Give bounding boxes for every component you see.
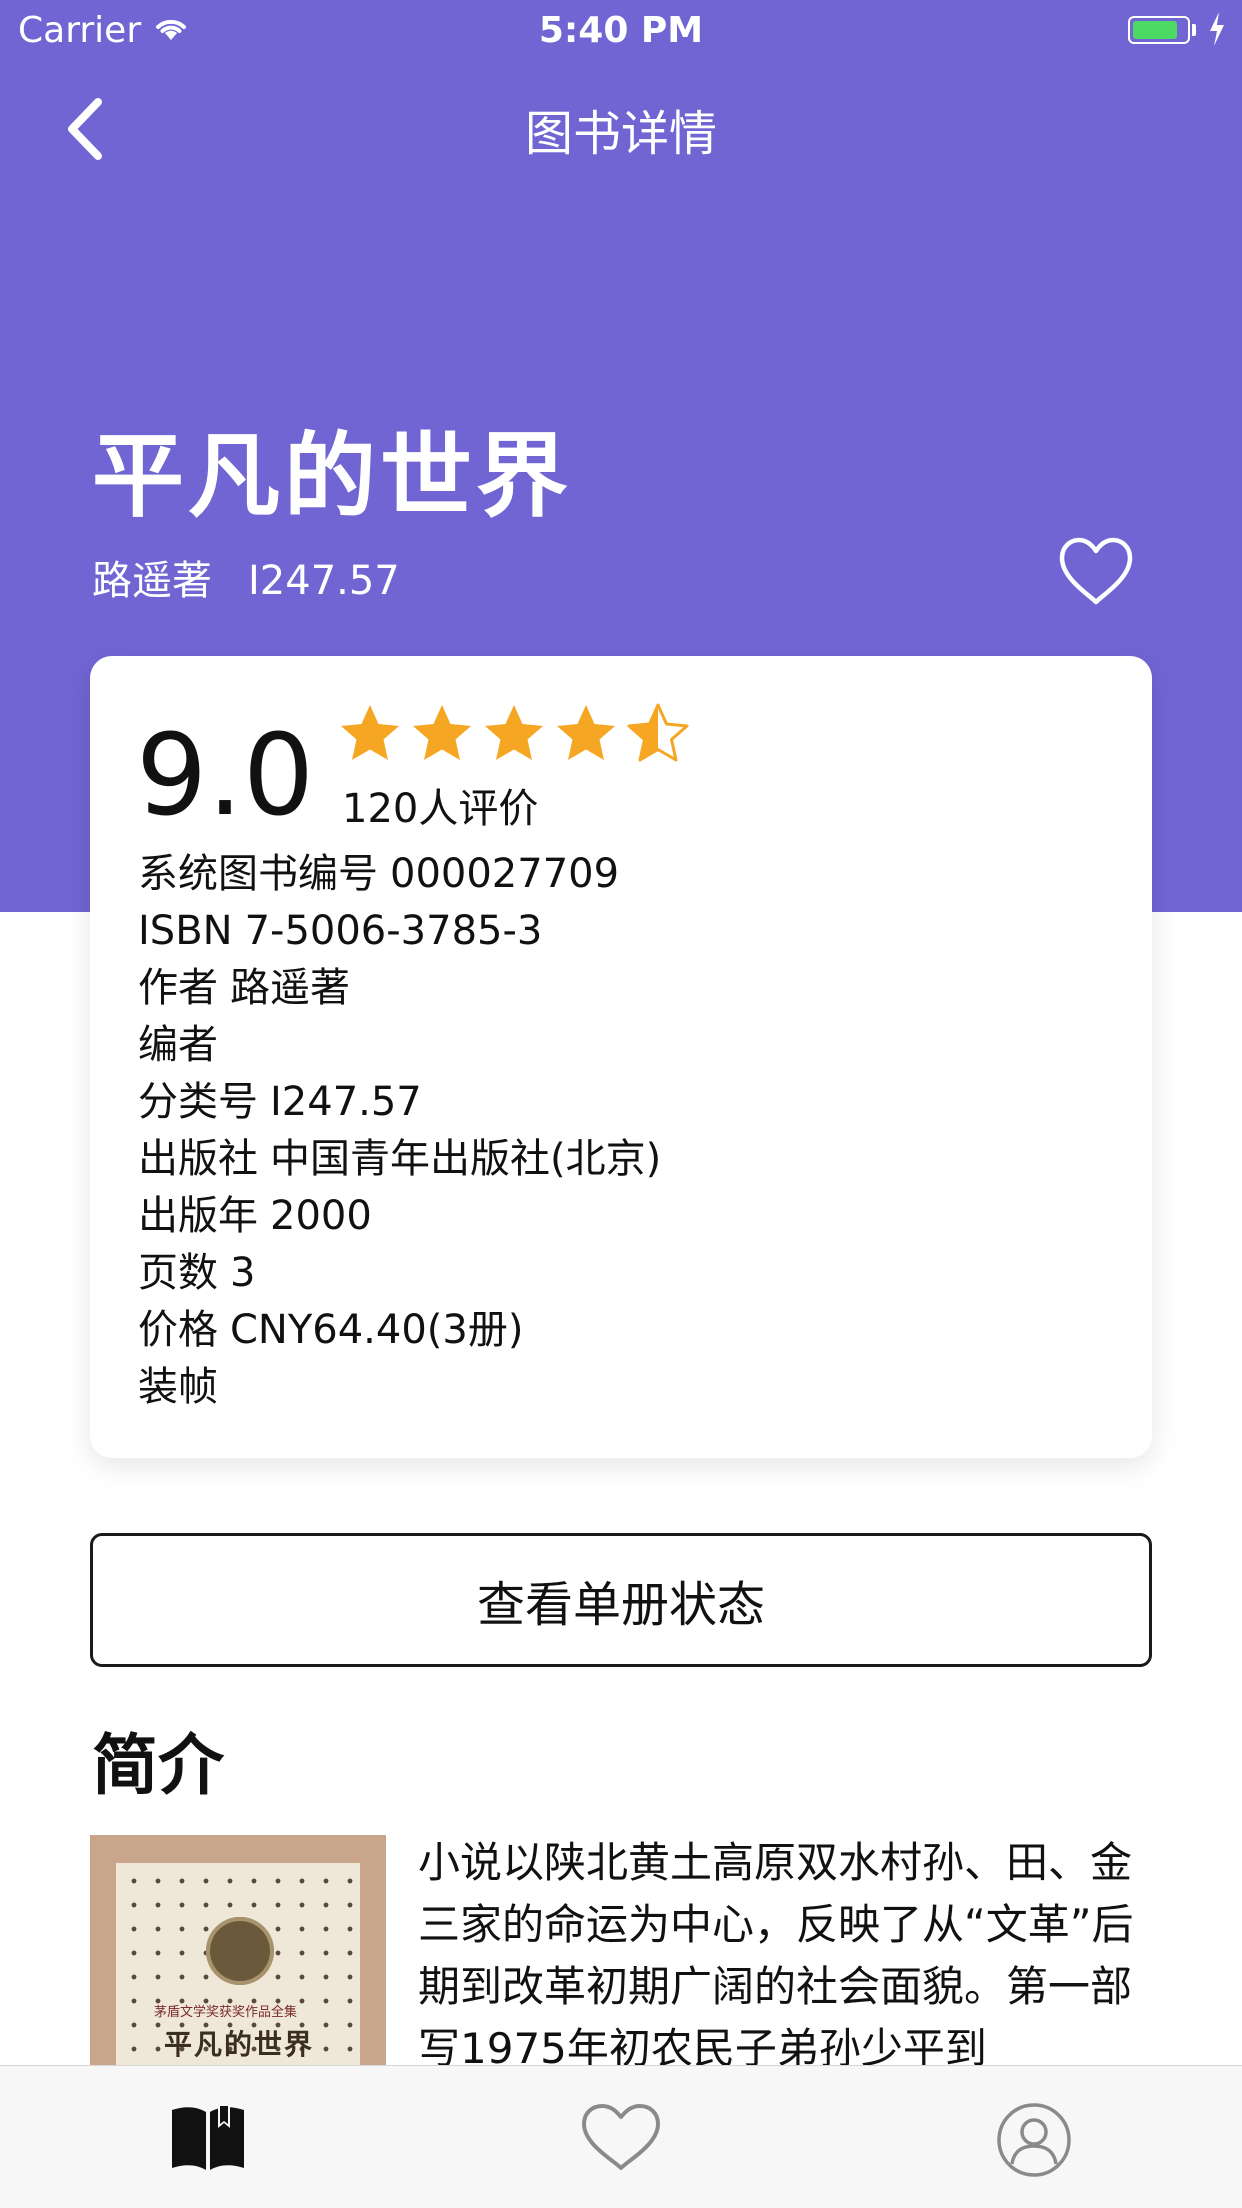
book-title: 平凡的世界 (92, 423, 573, 530)
status-time: 5:40 PM (538, 10, 704, 51)
star-full-icon (557, 705, 615, 760)
battery-icon (1128, 16, 1190, 44)
star-half-icon (627, 703, 689, 762)
detail-value: 2000 (270, 1193, 372, 1239)
intro-heading: 简介 (92, 1727, 224, 1804)
cover-medal (206, 1917, 274, 1985)
detail-label: 出版年 (138, 1193, 258, 1239)
call-number: I247.57 (248, 558, 400, 604)
book-meta: 路遥著 I247.57 (92, 548, 400, 606)
detail-row: 价格 CNY64.40(3册) (138, 1302, 661, 1359)
cover-subtitle: 茅盾文学奖获奖作品全集 (154, 2005, 298, 2020)
detail-value: CNY64.40(3册) (230, 1307, 524, 1353)
detail-label: 作者 (138, 965, 218, 1011)
book-icon (172, 2104, 244, 2170)
battery-level (1133, 21, 1177, 39)
detail-label: 价格 (138, 1307, 218, 1353)
detail-row: ISBN 7-5006-3785-3 (138, 903, 661, 960)
favorite-button[interactable] (1058, 536, 1134, 608)
cover-title: 平凡的世界 (164, 2028, 315, 2061)
star-rating (338, 702, 690, 766)
detail-row: 出版年 2000 (138, 1188, 661, 1245)
detail-row: 出版社 中国青年出版社(北京) (138, 1131, 661, 1188)
detail-value: 000027709 (390, 851, 620, 897)
star-full-icon (341, 705, 399, 760)
rating-count: 120人评价 (342, 786, 539, 832)
detail-list: 系统图书编号 000027709 ISBN 7-5006-3785-3 作者 路遥著 … (138, 846, 661, 1416)
heart-outline-icon (582, 2104, 660, 2170)
detail-label: ISBN (138, 908, 233, 954)
detail-value: 7-5006-3785-3 (244, 908, 543, 954)
detail-value: 路遥著 (230, 965, 350, 1011)
book-cover-image: 茅盾文学奖获奖作品全集 平凡的世界 (90, 1835, 386, 2065)
detail-label: 分类号 (138, 1079, 258, 1125)
detail-row: 编者 (138, 1017, 661, 1074)
status-bar: Carrier 5:40 PM (0, 0, 1242, 62)
detail-value: I247.57 (270, 1079, 422, 1125)
intro-text: 小说以陕北黄土高原双水村孙、田、金三家的命运为中心，反映了从“文革”后期到改革初… (418, 1838, 1134, 2065)
tab-profile[interactable] (996, 2102, 1072, 2182)
heart-icon (1059, 537, 1133, 605)
detail-label: 编者 (138, 1022, 218, 1068)
detail-label: 装帧 (138, 1364, 218, 1410)
battery-tip (1192, 24, 1196, 36)
detail-row: 装帧 (138, 1359, 661, 1416)
tab-books[interactable] (168, 2102, 248, 2178)
detail-label: 出版社 (138, 1136, 258, 1182)
book-info-card: 9.0 120人评价 系统图书编号 000027709 ISBN 7-5006-37… (90, 656, 1152, 1458)
tab-favorites[interactable] (580, 2102, 662, 2178)
user-icon (997, 2103, 1071, 2177)
detail-label: 页数 (138, 1250, 218, 1296)
rating-score: 9.0 (136, 711, 315, 841)
view-volumes-button[interactable]: 查看单册状态 (90, 1533, 1152, 1667)
charging-bolt-icon (1208, 12, 1226, 50)
tab-bar (0, 2065, 1242, 2208)
detail-row: 页数 3 (138, 1245, 661, 1302)
star-full-icon (413, 705, 471, 760)
detail-value: 中国青年出版社(北京) (270, 1136, 662, 1182)
detail-row: 系统图书编号 000027709 (138, 846, 661, 903)
star-full-icon (485, 705, 543, 760)
detail-row: 分类号 I247.57 (138, 1074, 661, 1131)
detail-label: 系统图书编号 (138, 851, 378, 897)
nav-title: 图书详情 (524, 106, 717, 162)
author-line: 路遥著 (92, 558, 212, 604)
detail-row: 作者 路遥著 (138, 960, 661, 1017)
detail-value: 3 (230, 1250, 256, 1296)
